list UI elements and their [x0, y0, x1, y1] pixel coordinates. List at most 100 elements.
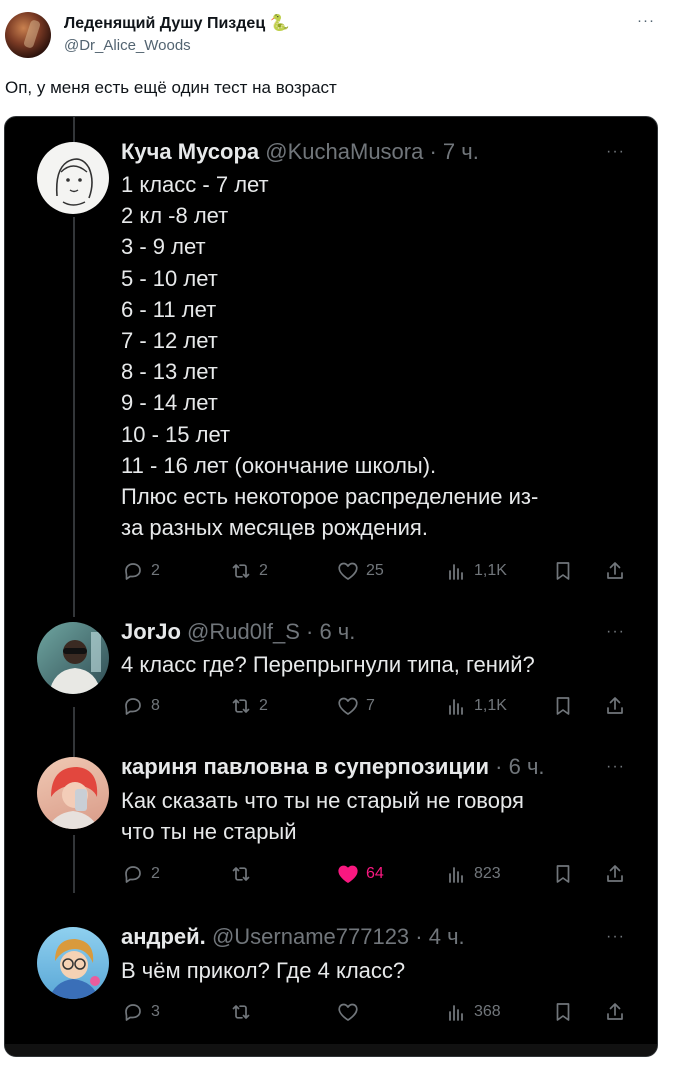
tweet-line: В чём прикол? Где 4 класс?	[121, 958, 406, 983]
like-count: 25	[366, 562, 384, 579]
more-button[interactable]: ···	[606, 928, 625, 946]
tweet-line: 3 - 9 лет	[121, 234, 206, 260]
tweet-text: 4 класс где? Перепрыгнули типа, гений?	[121, 649, 621, 680]
outer-author-avatar[interactable]	[5, 12, 51, 58]
like-button[interactable]	[336, 999, 366, 1025]
share-button[interactable]	[603, 558, 627, 584]
heart-icon	[338, 562, 358, 580]
views-button[interactable]: 1,1K	[444, 693, 507, 719]
heart-icon	[338, 1003, 358, 1021]
bookmark-button[interactable]	[551, 693, 575, 719]
action-bar: 2 2 25 1,1K	[121, 558, 641, 584]
avatar[interactable]	[37, 927, 109, 999]
reply-count: 8	[151, 697, 160, 714]
views-count: 368	[474, 1003, 501, 1020]
tweet-text: В чём прикол? Где 4 класс?	[121, 955, 621, 986]
tweet-text: Как сказать что ты не старый не говоря ч…	[121, 785, 621, 847]
tweet-header: кариня павловна в суперпозиции · 6 ч.	[121, 754, 545, 780]
reply-count: 2	[151, 865, 160, 882]
timestamp[interactable]: · 6 ч.	[495, 754, 544, 779]
tweet-text: 1 класс - 7 лет 2 кл -8 лет 3 - 9 лет 5 …	[121, 169, 621, 543]
repost-icon	[232, 1005, 250, 1019]
views-button[interactable]: 368	[444, 999, 501, 1025]
tweet-line: 8 - 13 лет	[121, 359, 218, 385]
card-bottom-edge	[5, 1044, 657, 1056]
author-name[interactable]: кариня павловна в суперпозиции	[121, 754, 489, 779]
reply-button[interactable]: 8	[121, 693, 160, 719]
views-button[interactable]: 1,1K	[444, 558, 507, 584]
avatar[interactable]	[37, 142, 109, 214]
views-count: 1,1K	[474, 697, 507, 714]
bookmark-button[interactable]	[551, 999, 575, 1025]
timestamp[interactable]: · 6 ч.	[306, 619, 355, 644]
outer-more-button[interactable]: ···	[637, 12, 655, 29]
tweet-line: что ты не старый	[121, 819, 297, 845]
tweet-line: Плюс есть некоторое распределение из-	[121, 484, 539, 510]
avatar[interactable]	[37, 757, 109, 829]
heart-icon	[338, 697, 358, 715]
timestamp[interactable]: · 4 ч.	[415, 924, 464, 949]
tweet-line: 11 - 16 лет (окончание школы).	[121, 452, 437, 478]
outer-author-name[interactable]: Леденящий Душу Пиздец 🐍	[64, 13, 290, 33]
tweet-header: JorJo @Rud0lf_S · 6 ч.	[121, 619, 355, 645]
share-button[interactable]	[603, 999, 627, 1025]
like-button[interactable]: 25	[336, 558, 384, 584]
action-bar: 2 64 823	[121, 861, 641, 887]
reply-button[interactable]: 3	[121, 999, 160, 1025]
author-name[interactable]: Куча Мусора	[121, 139, 259, 164]
repost-button[interactable]: 2	[229, 558, 268, 584]
reply-count: 2	[151, 562, 160, 579]
share-icon	[607, 697, 623, 714]
author-name[interactable]: JorJo	[121, 619, 181, 644]
repost-button[interactable]	[229, 999, 259, 1025]
tweet-line: 7 - 12 лет	[121, 328, 218, 354]
more-button[interactable]: ···	[606, 623, 625, 641]
author-handle[interactable]: @KuchaMusora	[265, 139, 423, 164]
reply-button[interactable]: 2	[121, 861, 160, 887]
author-handle[interactable]: @Rud0lf_S	[187, 619, 300, 644]
repost-icon	[232, 564, 250, 578]
views-count: 823	[474, 865, 501, 882]
thread-tweet[interactable]: Куча Мусора @KuchaMusora · 7 ч. ··· 1 кл…	[5, 117, 657, 597]
bookmark-button[interactable]	[551, 861, 575, 887]
views-icon	[449, 1005, 463, 1021]
avatar[interactable]	[37, 622, 109, 694]
views-button[interactable]: 823	[444, 861, 501, 887]
bookmark-icon	[556, 1003, 570, 1021]
like-button[interactable]: 64	[336, 861, 384, 887]
outer-author-handle[interactable]: @Dr_Alice_Woods	[64, 37, 191, 54]
bookmark-icon	[556, 697, 570, 715]
tweet-header: Куча Мусора @KuchaMusora · 7 ч.	[121, 139, 479, 165]
reply-button[interactable]: 2	[121, 558, 160, 584]
action-bar: 8 2 7 1,1K	[121, 693, 641, 719]
tweet-header: андрей. @Username777123 · 4 ч.	[121, 924, 465, 950]
reply-icon	[125, 1004, 141, 1021]
repost-button[interactable]: 2	[229, 693, 268, 719]
views-icon	[449, 699, 463, 715]
reply-icon	[125, 563, 141, 580]
share-button[interactable]	[603, 861, 627, 887]
like-button[interactable]: 7	[336, 693, 375, 719]
repost-count: 2	[259, 562, 268, 579]
bookmark-button[interactable]	[551, 558, 575, 584]
tweet-line: 5 - 10 лет	[121, 265, 218, 291]
reply-count: 3	[151, 1003, 160, 1020]
outer-post-text: Оп, у меня есть ещё один тест на возраст	[5, 78, 337, 97]
share-button[interactable]	[603, 693, 627, 719]
action-bar: 3 368	[121, 999, 641, 1025]
timestamp[interactable]: · 7 ч.	[429, 139, 478, 164]
share-icon	[607, 1003, 623, 1020]
thread-tweet[interactable]: андрей. @Username777123 · 4 ч. ··· В чём…	[5, 907, 657, 1047]
tweet-line: 10 - 15 лет	[121, 421, 231, 447]
author-name[interactable]: андрей.	[121, 924, 206, 949]
more-button[interactable]: ···	[606, 758, 625, 776]
thread-tweet[interactable]: JorJo @Rud0lf_S · 6 ч. ··· 4 класс где? …	[5, 597, 657, 737]
thread-tweet[interactable]: кариня павловна в суперпозиции · 6 ч. ··…	[5, 737, 657, 907]
share-icon	[607, 865, 623, 882]
more-button[interactable]: ···	[606, 143, 625, 161]
repost-button[interactable]	[229, 861, 259, 887]
tweet-line: 9 - 14 лет	[121, 390, 218, 416]
views-icon	[449, 564, 463, 580]
author-handle[interactable]: @Username777123	[212, 924, 409, 949]
share-icon	[607, 562, 623, 579]
